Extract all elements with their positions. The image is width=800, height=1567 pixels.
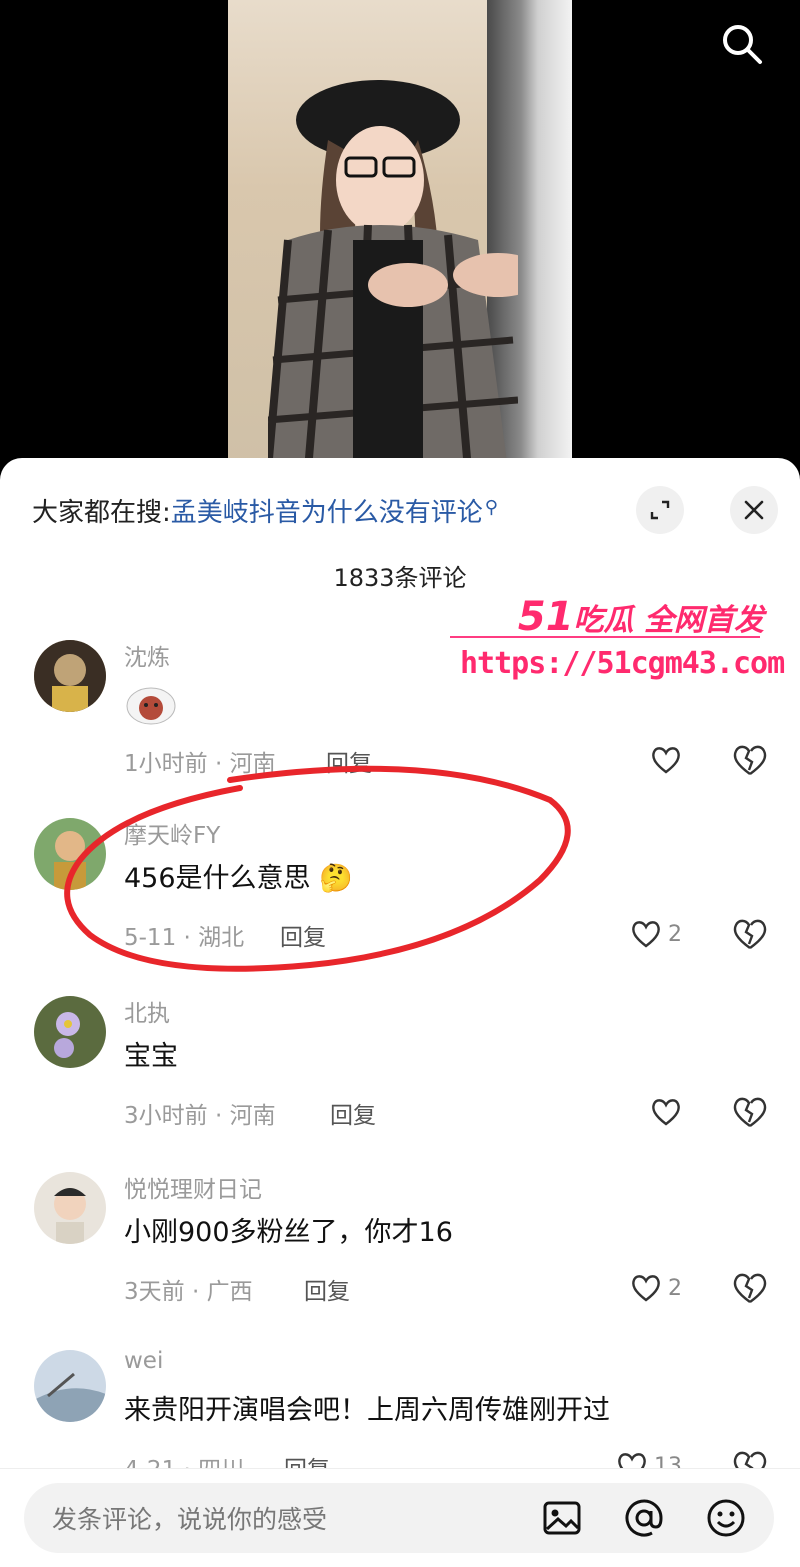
avatar-image [34, 1350, 106, 1422]
video-frame [228, 0, 572, 470]
close-icon [744, 500, 764, 520]
heart-icon [632, 921, 660, 948]
comment-username[interactable]: 悦悦理财日记 [124, 1170, 262, 1204]
watermark-divider [450, 636, 760, 638]
sticker-icon [126, 687, 176, 725]
comment-meta: 5-11 · 湖北 [124, 925, 245, 951]
comments-header: 大家都在搜:孟美岐抖音为什么没有评论 ⚲ [32, 486, 780, 534]
avatar-image [34, 640, 106, 712]
like-count: 2 [668, 1275, 682, 1301]
search-icon[interactable] [720, 22, 764, 66]
reply-button[interactable]: 回复 [326, 744, 372, 778]
thinking-emoji-icon: 🤔 [319, 863, 353, 894]
reply-button[interactable]: 回复 [330, 1096, 376, 1130]
comment-meta: 3小时前 · 河南 [124, 1103, 276, 1129]
comment-username[interactable]: 摩天岭FY [124, 816, 220, 850]
avatar[interactable] [34, 996, 106, 1068]
comment-meta: 3天前 · 广西 [124, 1279, 253, 1305]
reply-button[interactable]: 回复 [304, 1272, 350, 1306]
like-button[interactable]: 2 [630, 1268, 700, 1308]
comment-text: 456是什么意思 🤔 [124, 863, 353, 894]
broken-heart-icon[interactable] [730, 914, 770, 954]
search-icon: ⚲ [484, 497, 498, 518]
comment-input-bar [0, 1468, 800, 1567]
comments-panel: 大家都在搜:孟美岐抖音为什么没有评论 ⚲ 1833条评论 51吃瓜 全网首发 ht… [0, 458, 800, 1566]
trending-search-term[interactable]: 孟美岐抖音为什么没有评论 [171, 498, 483, 528]
heart-icon [632, 1275, 660, 1302]
watermark: 51吃瓜 全网首发 https://51cgm43.com [450, 594, 785, 684]
comment-username[interactable]: 北执 [124, 994, 170, 1028]
like-button[interactable]: 2 [630, 914, 700, 954]
avatar-image [34, 1172, 106, 1244]
comment-count: 1833条评论 [333, 564, 467, 592]
broken-heart-icon[interactable] [730, 1268, 770, 1308]
heart-icon [652, 1099, 680, 1126]
comment-input[interactable] [50, 1483, 524, 1555]
like-button[interactable] [650, 1092, 720, 1132]
comment-text: 宝宝 [124, 1041, 178, 1072]
video-player[interactable] [0, 0, 800, 470]
video-person-figure [268, 80, 518, 470]
reply-button[interactable]: 回复 [280, 918, 326, 952]
avatar[interactable] [34, 1172, 106, 1244]
avatar[interactable] [34, 640, 106, 712]
comment-username[interactable]: wei [124, 1348, 163, 1374]
avatar[interactable] [34, 1350, 106, 1422]
trending-search-hint[interactable]: 大家都在搜:孟美岐抖音为什么没有评论 ⚲ [32, 492, 498, 529]
image-icon[interactable] [540, 1496, 584, 1540]
comment-text: 来贵阳开演唱会吧！上周六周传雄刚开过 [124, 1395, 610, 1426]
expand-button[interactable] [636, 486, 684, 534]
close-button[interactable] [730, 486, 778, 534]
trending-search-prefix: 大家都在搜: [32, 498, 171, 528]
comment-username[interactable]: 沈炼 [124, 638, 170, 672]
broken-heart-icon[interactable] [730, 1092, 770, 1132]
avatar[interactable] [34, 818, 106, 890]
like-count: 2 [668, 921, 682, 947]
like-button[interactable] [650, 740, 720, 780]
watermark-title: 51吃瓜 全网首发 [517, 594, 764, 640]
heart-icon [652, 747, 680, 774]
comment-meta: 1小时前 · 河南 [124, 751, 276, 777]
emoji-icon[interactable] [704, 1496, 748, 1540]
comment-text: 小刚900多粉丝了，你才16 [124, 1217, 453, 1248]
watermark-url: https://51cgm43.com [460, 646, 785, 681]
comment-input-container[interactable] [24, 1483, 774, 1555]
expand-icon [650, 500, 670, 520]
broken-heart-icon[interactable] [730, 740, 770, 780]
avatar-image [34, 996, 106, 1068]
mention-icon[interactable] [622, 1496, 666, 1540]
avatar-image [34, 818, 106, 890]
